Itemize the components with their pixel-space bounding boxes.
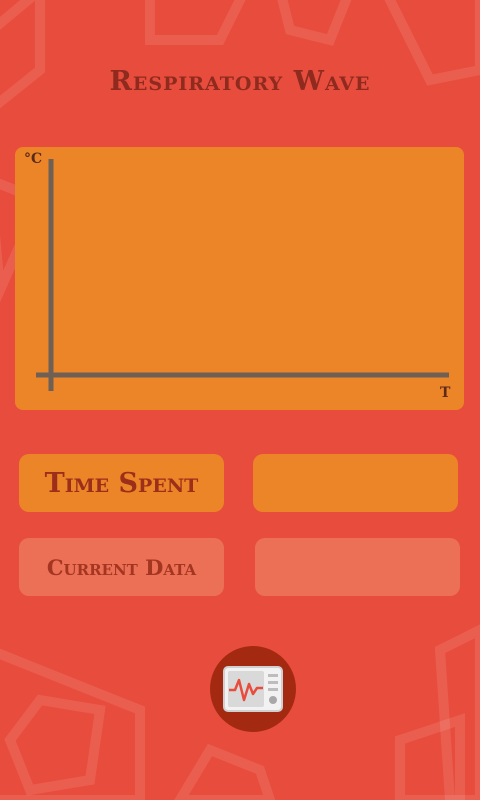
- page-title: Respiratory Wave: [109, 66, 371, 97]
- current-data-label: Current Data: [19, 538, 224, 596]
- monitor-button[interactable]: [210, 646, 296, 732]
- ecg-monitor-icon: [223, 666, 283, 712]
- respiratory-chart: °C T: [15, 147, 464, 410]
- x-axis-unit-label: T: [440, 385, 451, 401]
- time-spent-label: Time Spent: [19, 454, 224, 512]
- current-data-value: [255, 538, 460, 596]
- chart-axes: [36, 159, 449, 391]
- y-axis-unit-label: °C: [24, 151, 43, 167]
- time-spent-value: [253, 454, 458, 512]
